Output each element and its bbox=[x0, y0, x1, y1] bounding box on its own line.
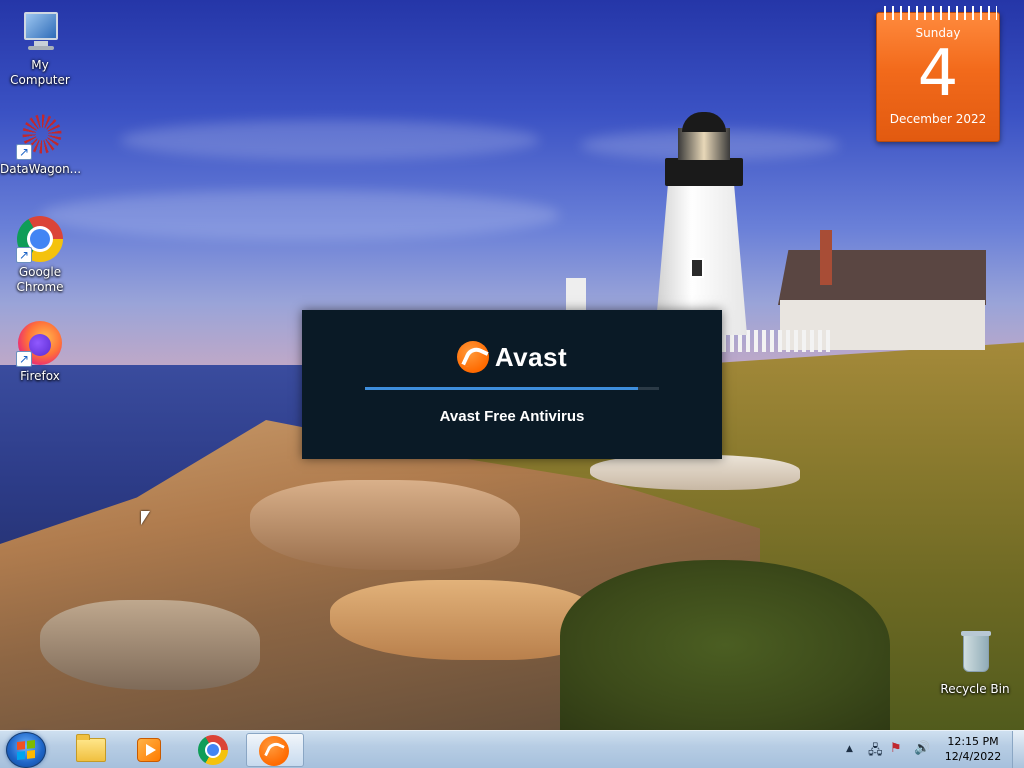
wallpaper-bush bbox=[560, 560, 890, 730]
wallpaper-rock bbox=[250, 480, 520, 570]
clock-date: 12/4/2022 bbox=[944, 750, 1002, 763]
shortcut-arrow-icon: ↗ bbox=[16, 351, 32, 367]
calendar-day-number: 4 bbox=[917, 37, 959, 111]
media-player-icon bbox=[137, 738, 161, 762]
wallpaper-cloud bbox=[40, 190, 560, 240]
system-tray: ▲ 🖧 ⚑ 🔊 bbox=[842, 731, 942, 768]
mouse-cursor-icon bbox=[141, 511, 150, 525]
shortcut-arrow-icon: ↗ bbox=[16, 144, 32, 160]
show-desktop-button[interactable] bbox=[1012, 731, 1024, 768]
splash-product-name: Avast Free Antivirus bbox=[439, 408, 585, 425]
calendar-month-year: December 2022 bbox=[889, 112, 987, 126]
splash-brand-name: Avast bbox=[494, 341, 568, 372]
avast-splash-window: Avast Avast Free Antivirus bbox=[302, 310, 722, 459]
calendar-gadget[interactable]: Sunday 4 December 2022 bbox=[876, 6, 1000, 142]
taskbar-clock[interactable]: 12:15 PM 12/4/2022 bbox=[940, 734, 1006, 764]
volume-icon[interactable]: 🔊 bbox=[914, 741, 930, 756]
wallpaper-lighthouse-window bbox=[690, 258, 704, 278]
loading-progress-fill bbox=[365, 387, 639, 390]
windows-logo-icon bbox=[17, 740, 35, 760]
desktop-icon-datawagon[interactable]: ↗ DataWagon... bbox=[0, 112, 82, 177]
taskbar-file-explorer-button[interactable] bbox=[60, 733, 118, 767]
wallpaper-tower bbox=[566, 278, 586, 312]
folder-icon bbox=[76, 734, 106, 762]
wallpaper-chimney bbox=[820, 230, 832, 285]
desktop-icon-label: My Computer bbox=[10, 58, 70, 87]
avast-logo-icon bbox=[456, 341, 489, 373]
recycle-bin-icon bbox=[951, 631, 999, 680]
chrome-icon bbox=[198, 735, 228, 765]
wallpaper-house-roof bbox=[778, 250, 986, 305]
network-icon[interactable]: 🖧 bbox=[868, 741, 883, 763]
avast-icon bbox=[259, 736, 289, 766]
splash-brand: Avast bbox=[302, 340, 722, 374]
loading-progress-bar bbox=[365, 387, 659, 390]
action-center-flag-icon[interactable]: ⚑ bbox=[890, 741, 902, 756]
taskbar-avast-button[interactable] bbox=[246, 733, 304, 767]
firefox-icon: ↗ bbox=[16, 319, 64, 367]
desktop-icon-label: Google Chrome bbox=[16, 265, 64, 294]
start-button[interactable] bbox=[6, 732, 46, 768]
desktop-icon-firefox[interactable]: ↗ Firefox bbox=[0, 319, 80, 384]
calendar-rings bbox=[881, 6, 997, 20]
wallpaper-rock bbox=[40, 600, 260, 690]
wallpaper-lighthouse-lamp bbox=[678, 128, 730, 160]
desktop-icon-google-chrome[interactable]: ↗ Google Chrome bbox=[0, 215, 80, 295]
chrome-icon: ↗ bbox=[16, 215, 64, 263]
taskbar: ▲ 🖧 ⚑ 🔊 12:15 PM 12/4/2022 bbox=[0, 730, 1024, 768]
clock-time: 12:15 PM bbox=[947, 735, 999, 748]
taskbar-chrome-button[interactable] bbox=[184, 733, 242, 767]
datawagon-icon: ↗ bbox=[16, 112, 64, 160]
taskbar-media-player-button[interactable] bbox=[120, 733, 178, 767]
computer-icon bbox=[16, 8, 64, 56]
desktop-icon-recycle-bin[interactable]: Recycle Bin bbox=[935, 631, 1015, 697]
show-hidden-icons-button[interactable]: ▲ bbox=[846, 744, 853, 754]
desktop-icon-label: Recycle Bin bbox=[940, 682, 1010, 696]
desktop-icon-my-computer[interactable]: My Computer bbox=[0, 8, 80, 88]
shortcut-arrow-icon: ↗ bbox=[16, 247, 32, 263]
wallpaper-rock bbox=[590, 455, 800, 490]
wallpaper-cloud bbox=[120, 120, 540, 160]
desktop-icon-label: DataWagon... bbox=[0, 162, 82, 176]
wallpaper-lighthouse-gallery bbox=[665, 158, 743, 186]
desktop-icon-label: Firefox bbox=[20, 369, 60, 383]
